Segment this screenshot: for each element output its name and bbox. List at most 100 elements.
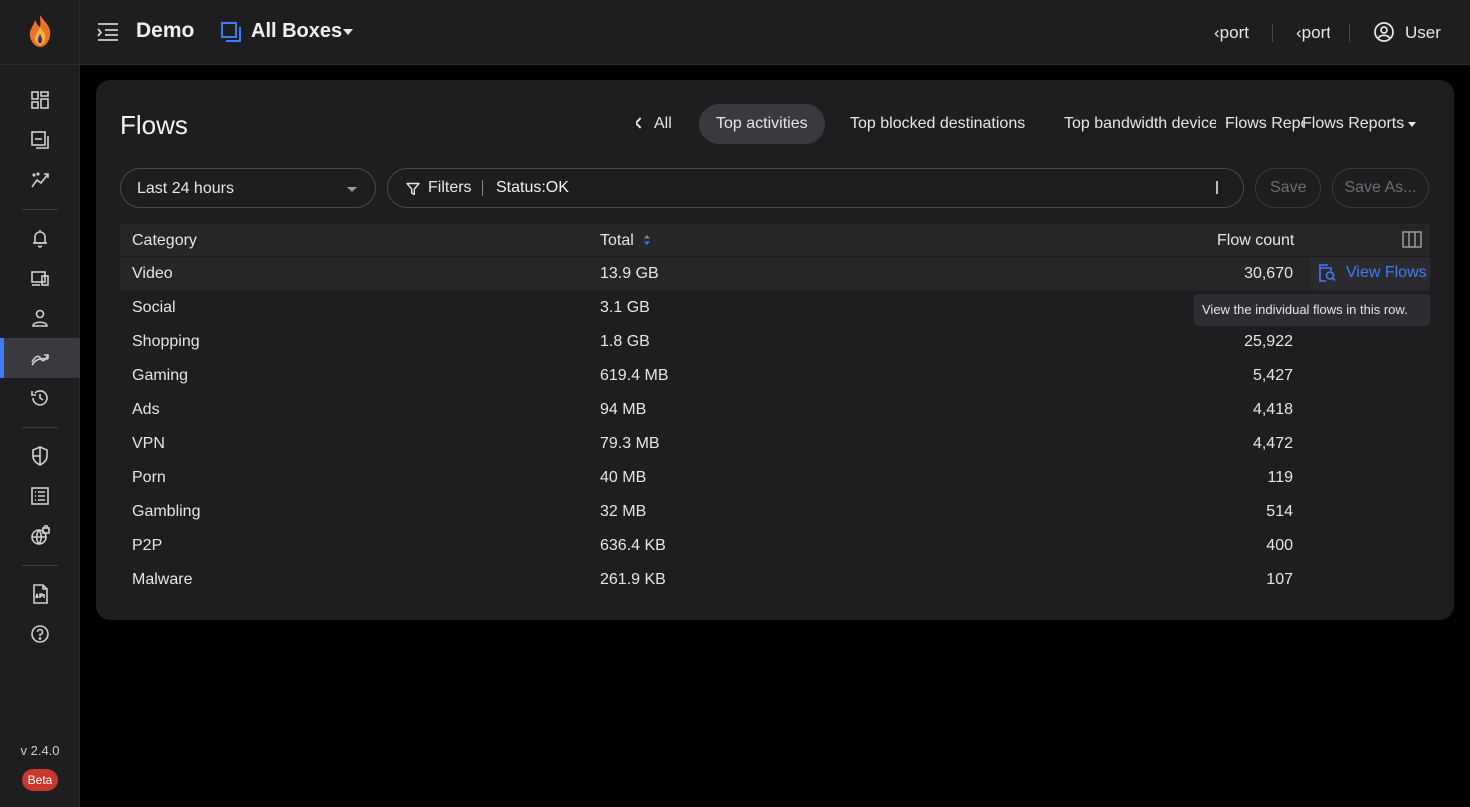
cell-category: Social: [132, 299, 176, 316]
cell-category: Gambling: [132, 503, 201, 520]
cell-flow-count: 400: [1266, 537, 1293, 554]
shield-icon: [32, 446, 48, 466]
nav-api[interactable]: [0, 574, 80, 614]
import-link[interactable]: ‹port: [1296, 23, 1330, 43]
nav-devices[interactable]: [0, 258, 80, 298]
nav-lists[interactable]: [0, 476, 80, 516]
box-selector[interactable]: All Boxes: [251, 20, 342, 43]
cell-flow-count: 4,418: [1252, 401, 1293, 418]
cell-total: 79.3 MB: [600, 435, 660, 452]
nav-divider: [22, 427, 58, 428]
cell-category: Porn: [132, 469, 166, 486]
nav-divider: [22, 209, 58, 210]
nav-users[interactable]: [0, 298, 80, 338]
time-range-value: Last 24 hours: [137, 180, 234, 197]
nav-dashboard[interactable]: [0, 80, 80, 120]
cell-total: 261.9 KB: [600, 571, 666, 588]
help-icon: [31, 625, 49, 643]
save-as-button[interactable]: Save As...: [1332, 168, 1429, 208]
nav-analytics[interactable]: [0, 160, 80, 200]
table-row[interactable]: Video 13.9 GB 30,670: [120, 257, 1430, 291]
user-menu[interactable]: User: [1405, 23, 1441, 43]
nav-divider: [22, 565, 58, 566]
cell-category: VPN: [132, 435, 165, 452]
tab-all[interactable]: All: [636, 104, 672, 144]
top-bar: Demo All Boxes ‹port ‹port User: [80, 0, 1470, 65]
list-icon: [31, 487, 49, 505]
api-doc-icon: [33, 584, 48, 604]
cell-total: 13.9 GB: [600, 265, 659, 282]
cell-category: Shopping: [132, 333, 200, 350]
filter-icon: [406, 182, 420, 196]
chevron-down-icon[interactable]: [343, 29, 353, 35]
devices-icon: [31, 271, 49, 286]
table-row[interactable]: Ads 94 MB 4,418: [120, 393, 1430, 427]
nav-history[interactable]: [0, 378, 80, 418]
filter-divider: [482, 180, 483, 196]
table-row[interactable]: Gaming 619.4 MB 5,427: [120, 359, 1430, 393]
time-range-select[interactable]: Last 24 hours: [120, 168, 376, 208]
user-avatar-icon[interactable]: [1373, 21, 1395, 43]
tab-top-blocked[interactable]: Top blocked destinations: [850, 104, 1025, 144]
table-row[interactable]: P2P 636.4 KB 400: [120, 529, 1430, 563]
nav-rules[interactable]: [0, 436, 80, 476]
filters-label: Filters: [428, 179, 472, 196]
cell-total: 619.4 MB: [600, 367, 669, 384]
cell-category: P2P: [132, 537, 163, 554]
view-flows-button[interactable]: View Flows: [1310, 257, 1430, 289]
table-row[interactable]: Shopping 1.8 GB 25,922: [120, 325, 1430, 359]
column-header-total[interactable]: Total: [600, 232, 634, 250]
text-cursor: [1216, 181, 1218, 194]
sidebar: v 2.4.0 Beta: [0, 0, 80, 807]
cell-flow-count: 5,427: [1252, 367, 1293, 384]
columns-icon[interactable]: [1402, 231, 1422, 248]
sidebar-divider: [0, 64, 80, 65]
column-header-flow-count[interactable]: Flow count: [1217, 232, 1294, 250]
menu-toggle-button[interactable]: [96, 21, 120, 43]
nav-boxes[interactable]: [0, 120, 80, 160]
chevron-down-icon: [347, 187, 357, 192]
sort-icon[interactable]: [643, 233, 651, 247]
cell-total: 3.1 GB: [600, 299, 650, 316]
cell-total: 636.4 KB: [600, 537, 666, 554]
menu-collapse-icon: [97, 23, 118, 41]
cell-category: Video: [132, 265, 173, 282]
filter-status-chip[interactable]: Status:OK: [496, 179, 569, 197]
tab-top-bandwidth[interactable]: Top bandwidth device: [1064, 104, 1216, 144]
firewalla-logo[interactable]: [26, 14, 54, 48]
save-button[interactable]: Save: [1255, 168, 1321, 208]
tab-flows-reports-clipped[interactable]: Flows Repo: [1225, 104, 1303, 144]
nav-network[interactable]: [0, 516, 80, 556]
view-flows-label: View Flows: [1346, 264, 1427, 281]
flows-panel: Flows All Top activities Top blocked des…: [96, 80, 1454, 620]
topbar-divider: [1349, 24, 1350, 42]
chevron-down-icon[interactable]: [1408, 122, 1416, 127]
export-link[interactable]: ‹port: [1214, 23, 1268, 43]
table-row[interactable]: Gambling 32 MB 514: [120, 495, 1430, 529]
table-row[interactable]: VPN 79.3 MB 4,472: [120, 427, 1430, 461]
page-title: Flows: [120, 110, 188, 140]
table-row[interactable]: Malware 261.9 KB 107: [120, 563, 1430, 597]
dashboard-icon: [31, 91, 49, 109]
nav-alarms[interactable]: [0, 218, 80, 258]
cell-flow-count: 107: [1266, 571, 1293, 588]
globe-lock-icon: [31, 525, 50, 545]
cell-flow-count: 30,670: [1244, 265, 1293, 282]
beta-badge: Beta: [22, 769, 58, 791]
tab-top-activities[interactable]: Top activities: [699, 104, 825, 144]
cell-total: 32 MB: [600, 503, 647, 520]
table-row[interactable]: Porn 40 MB 119: [120, 461, 1430, 495]
version-label: v 2.4.0: [20, 743, 60, 758]
cell-flow-count: 25,922: [1244, 333, 1293, 350]
nav-flows[interactable]: [0, 338, 80, 378]
flows-icon: [31, 354, 49, 366]
cell-total: 94 MB: [600, 401, 647, 418]
topbar-divider: [1272, 24, 1273, 42]
nav-help[interactable]: [0, 614, 80, 654]
view-flows-tooltip: View the individual flows in this row.: [1194, 294, 1430, 326]
filter-bar[interactable]: Filters Status:OK: [387, 168, 1244, 208]
flows-reports-dropdown[interactable]: Flows Reports: [1302, 104, 1404, 144]
cell-total: 40 MB: [600, 469, 647, 486]
cell-flow-count: 514: [1266, 503, 1293, 520]
column-header-category[interactable]: Category: [132, 232, 197, 250]
